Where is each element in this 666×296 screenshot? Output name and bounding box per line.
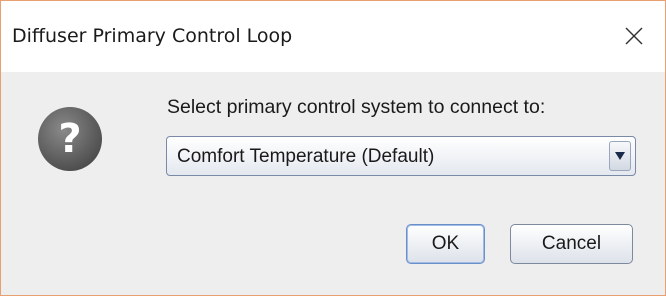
select-value: Comfort Temperature (Default)	[177, 146, 435, 167]
window-title: Diffuser Primary Control Loop	[12, 25, 293, 47]
ok-button[interactable]: OK	[406, 224, 485, 264]
question-icon: ?	[38, 107, 102, 171]
control-system-select[interactable]: Comfort Temperature (Default)	[166, 136, 636, 176]
dropdown-button[interactable]	[609, 141, 631, 171]
cancel-button[interactable]: Cancel	[510, 224, 633, 264]
prompt-label: Select primary control system to connect…	[167, 96, 546, 118]
close-icon	[625, 27, 643, 45]
close-button[interactable]	[603, 1, 665, 72]
svg-text:?: ?	[58, 116, 81, 162]
dialog-content: ? Select primary control system to conne…	[1, 72, 665, 295]
dialog-window: Diffuser Primary Control Loop ? Select p…	[0, 0, 666, 296]
title-bar: Diffuser Primary Control Loop	[1, 1, 665, 72]
chevron-down-icon	[615, 152, 625, 160]
